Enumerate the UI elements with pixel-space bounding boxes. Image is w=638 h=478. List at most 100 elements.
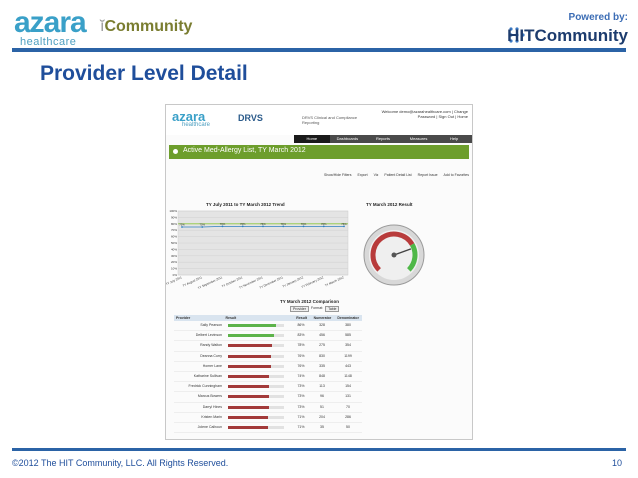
azara-subtitle: healthcare	[20, 36, 77, 48]
result-bar-track	[228, 415, 284, 419]
info-icon[interactable]	[173, 149, 178, 154]
result-bar	[224, 392, 292, 401]
comparison-controls: Provider Format: Table	[290, 306, 340, 312]
nav-reports[interactable]: Reports	[365, 135, 401, 143]
comparison-title: TY March 2012 Comparison	[280, 299, 339, 304]
numerator-value: 456	[319, 333, 325, 338]
nav-help[interactable]: Help	[436, 135, 472, 143]
provider-name: Darryl Hines	[202, 404, 222, 409]
report-toolbar: Show/Hide Filters Export Viz Patient Det…	[169, 171, 469, 179]
hit-community-logo: HITCommunity	[507, 26, 628, 45]
result-value: 71%	[297, 414, 305, 419]
result-bar-fill	[228, 395, 269, 399]
result-bar	[224, 341, 292, 350]
nav-dashboards[interactable]: Dashboards	[330, 135, 366, 143]
data-label: 76%	[240, 222, 246, 226]
result-value: 73%	[297, 394, 305, 399]
result-bar	[224, 413, 292, 422]
y-tick-label: 50%	[171, 241, 177, 245]
numerator-value: 335	[319, 363, 325, 368]
table-row[interactable]: Jolene Calhoun 71% 35 50	[174, 423, 362, 434]
table-row[interactable]: Delbert Levinson 83% 456 585	[174, 331, 362, 342]
result-value: 86%	[297, 323, 305, 327]
table-row[interactable]: Kristen Marin 71% 204 286	[174, 413, 362, 423]
provider-name: Katharine Sullivan	[193, 373, 222, 378]
result-value: 73%	[297, 384, 305, 389]
numerator-value: 848	[319, 373, 325, 378]
table-row[interactable]: Marcus Bowers 73% 96 131	[174, 392, 362, 403]
numerator-value: 204	[319, 414, 325, 419]
provider-name: Randy Walton	[200, 343, 222, 348]
nav-home[interactable]: Home	[294, 135, 330, 143]
provider-name: Marcus Bowers	[197, 394, 222, 399]
y-tick-label: 70%	[171, 228, 177, 232]
app-nav: Home Dashboards Reports Measures Help	[294, 135, 472, 143]
denominator-value: 1199	[344, 353, 352, 358]
result-bar-fill	[228, 374, 270, 378]
azara-logo: azara healthcare ĭCommunity	[14, 8, 192, 49]
denominator-value: 443	[345, 363, 351, 368]
toolbar-report-issue-button[interactable]: Report Issue	[418, 171, 438, 179]
data-label: 76%	[301, 222, 307, 226]
result-bar-track	[228, 385, 284, 389]
denominator-value: 131	[345, 394, 351, 399]
table-row[interactable]: Deanna Curry 76% 830 1199	[174, 352, 362, 362]
result-bar-track	[228, 405, 284, 409]
toolbar-patient-list-button[interactable]: Patient Detail List	[384, 171, 411, 179]
table-row[interactable]: Darryl Hines 73% 51 70	[174, 403, 362, 413]
denominator-value: 585	[345, 333, 351, 338]
footer-divider	[12, 448, 626, 451]
result-bar	[224, 321, 292, 330]
data-label: 75%	[199, 223, 205, 227]
copyright-footer: ©2012 The HIT Community, LLC. All Rights…	[12, 458, 229, 468]
y-tick-label: 40%	[171, 247, 177, 251]
table-row[interactable]: Sally Pearson 86% 328 380	[174, 321, 362, 332]
data-label: 75%	[179, 223, 185, 227]
group-select[interactable]: Provider	[290, 306, 310, 312]
format-select[interactable]: Table	[325, 306, 340, 312]
y-tick-label: 20%	[171, 260, 177, 264]
numerator-value: 328	[319, 323, 325, 327]
result-bar-track	[228, 354, 284, 358]
denominator-value: 380	[345, 323, 351, 327]
toolbar-viz-button[interactable]: Viz	[374, 171, 379, 179]
toolbar-export-button[interactable]: Export	[357, 171, 367, 179]
x-tick-label: TY March 2012	[324, 275, 345, 287]
result-value: 83%	[297, 333, 305, 338]
result-value: 73%	[297, 404, 305, 409]
powered-by-label: Powered by:	[568, 12, 628, 23]
table-row[interactable]: Katharine Sullivan 74% 848 1148	[174, 372, 362, 383]
y-tick-label: 60%	[171, 235, 177, 239]
account-links[interactable]: Password | Sign Out | Home	[382, 114, 468, 119]
denominator-value: 70	[346, 404, 350, 409]
result-bar-fill	[228, 344, 272, 348]
result-bar-track	[228, 324, 284, 327]
table-row[interactable]: Randy Walton 78% 275 354	[174, 341, 362, 352]
app-name: DRVS	[238, 113, 263, 123]
table-row[interactable]: Homer Lane 76% 335 443	[174, 362, 362, 372]
toolbar-filters-button[interactable]: Show/Hide Filters	[324, 171, 351, 179]
y-tick-label: 100%	[169, 209, 177, 213]
denominator-value: 286	[345, 414, 351, 419]
result-bar	[224, 403, 292, 412]
numerator-value: 96	[320, 394, 324, 399]
drvs-screenshot: azara healthcare DRVS DRVS Clinical and …	[165, 104, 473, 440]
numerator-value: 35	[320, 424, 324, 429]
provider-name: Kristen Marin	[201, 414, 222, 419]
gauge-hub	[391, 252, 397, 258]
provider-name: Jolene Calhoun	[197, 424, 222, 429]
nav-measures[interactable]: Measures	[401, 135, 437, 143]
result-title: TY March 2012 Result	[366, 202, 413, 207]
numerator-value: 51	[320, 404, 324, 409]
data-label: 76%	[321, 222, 327, 226]
y-tick-label: 90%	[171, 215, 177, 219]
provider-name: Delbert Levinson	[195, 333, 222, 338]
provider-name: Homer Lane	[202, 363, 222, 368]
result-bar-track	[228, 374, 284, 378]
result-bar-track	[228, 425, 284, 429]
result-bar-track	[228, 344, 284, 348]
table-row[interactable]: Fredrick Cunningham 73% 113 154	[174, 382, 362, 393]
toolbar-favorites-button[interactable]: Add to Favorites	[444, 171, 469, 179]
result-bar	[224, 423, 292, 432]
result-value: 71%	[297, 424, 305, 429]
